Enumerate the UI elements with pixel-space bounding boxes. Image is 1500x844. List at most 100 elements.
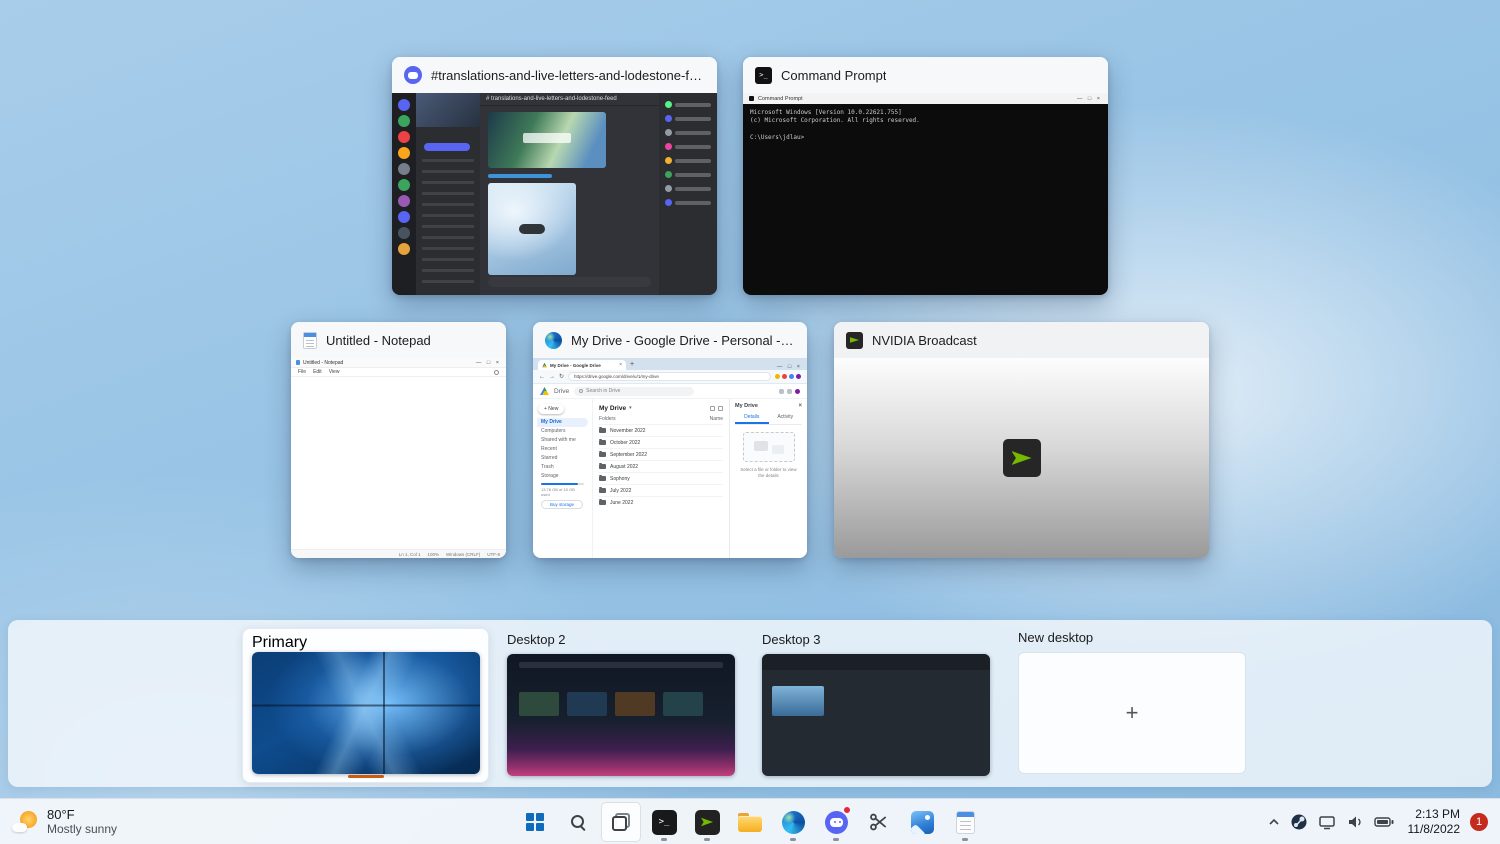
buy-storage-button: Buy storage <box>541 500 583 509</box>
panel-close-icon: × <box>798 403 802 409</box>
drive-nav: My Drive Computers Shared with me Recent… <box>537 418 588 481</box>
nav-computers: Computers <box>537 427 588 436</box>
drive-favicon <box>542 363 547 368</box>
window-title: Command Prompt <box>781 68 886 83</box>
cmd-titlebar[interactable]: >_ Command Prompt <box>743 57 1108 93</box>
message-area <box>480 106 659 277</box>
drive-file-list: My Drive ▾ Folders Name November 2022 Oc… <box>593 399 729 558</box>
server-icon <box>398 163 410 175</box>
panel-illustration <box>743 432 795 462</box>
clock-date: 11/8/2022 <box>1408 822 1461 837</box>
snipping-tool-button[interactable] <box>859 802 899 842</box>
message-link <box>488 174 552 178</box>
member-item <box>665 129 711 136</box>
list-view-icons <box>710 406 723 411</box>
new-desktop-button[interactable]: + <box>1018 652 1246 774</box>
notepad-button[interactable] <box>945 802 985 842</box>
battery-button[interactable] <box>1369 802 1400 842</box>
nvidia-titlebar[interactable]: NVIDIA Broadcast <box>834 322 1209 358</box>
window-notepad[interactable]: Untitled - Notepad Untitled - Notepad — … <box>291 322 506 558</box>
clock[interactable]: 2:13 PM 11/8/2022 <box>1400 807 1469 837</box>
search-icon <box>569 813 587 831</box>
search-placeholder: Search in Drive <box>586 388 620 394</box>
volume-button[interactable] <box>1341 802 1369 842</box>
new-desktop[interactable]: New desktop + <box>1018 630 1246 774</box>
desktop-primary-thumbnail[interactable] <box>252 652 480 774</box>
discord-button[interactable] <box>816 802 856 842</box>
notepad-titlebar[interactable]: Untitled - Notepad <box>291 322 506 358</box>
folder-row: June 2022 <box>599 496 723 508</box>
browser-tab: My Drive - Google Drive × <box>538 360 626 370</box>
cmd-inner-titlebar: Command Prompt — □ × <box>743 93 1108 104</box>
cmd-inner-title: Command Prompt <box>758 96 803 102</box>
sort-name-label: Name <box>710 416 723 422</box>
tab-close-icon: × <box>619 362 622 368</box>
nvidia-thumbnail <box>834 358 1209 558</box>
start-button[interactable] <box>515 802 555 842</box>
window-command-prompt[interactable]: >_ Command Prompt Command Prompt — □ × M… <box>743 57 1108 295</box>
discord-notification-badge <box>842 805 852 815</box>
weather-widget[interactable]: 80°F Mostly sunny <box>0 799 129 844</box>
notification-count-badge[interactable]: 1 <box>1470 813 1488 831</box>
edge-button[interactable] <box>773 802 813 842</box>
discord-server-rail <box>392 93 416 295</box>
desktop-3[interactable]: Desktop 3 <box>762 632 990 776</box>
folder-row: July 2022 <box>599 484 723 496</box>
settings-gear-icon <box>494 370 499 375</box>
task-view-button[interactable] <box>601 802 641 842</box>
discord-main: # translations-and-live-letters-and-lode… <box>480 93 659 295</box>
member-item <box>665 171 711 178</box>
hidden-icons-button[interactable] <box>1263 802 1285 842</box>
window-nvidia-broadcast[interactable]: NVIDIA Broadcast <box>834 322 1209 558</box>
edge-thumbnail: My Drive - Google Drive × + — □ × ← → ↻ … <box>533 358 807 558</box>
command-prompt-taskbar-button[interactable]: >_ <box>644 802 684 842</box>
file-explorer-button[interactable] <box>730 802 770 842</box>
folder-row: November 2022 <box>599 424 723 436</box>
desktop-primary[interactable]: Primary <box>242 628 489 783</box>
discord-titlebar[interactable]: #translations-and-live-letters-and-lodes… <box>392 57 717 93</box>
drive-appbar: Drive Search in Drive <box>533 384 807 399</box>
photos-button[interactable] <box>902 802 942 842</box>
snipping-tool-icon <box>869 812 889 832</box>
steam-tray-button[interactable] <box>1285 802 1313 842</box>
nvidia-broadcast-taskbar-button[interactable] <box>687 802 727 842</box>
folder-icon <box>599 464 606 469</box>
panel-hint: Select a file or folder to view the deta… <box>735 467 802 479</box>
folder-icon <box>599 428 606 433</box>
desktop-label: Desktop 3 <box>762 632 990 647</box>
server-icon <box>398 131 410 143</box>
window-edge-drive[interactable]: My Drive - Google Drive - Personal - Mic… <box>533 322 807 558</box>
search-button[interactable] <box>558 802 598 842</box>
drive-titlebar[interactable]: My Drive - Google Drive - Personal - Mic… <box>533 322 807 358</box>
tab-title: My Drive - Google Drive <box>550 363 616 368</box>
photos-icon <box>911 811 934 834</box>
caret-down-icon: ▾ <box>629 405 632 411</box>
channel-rows <box>422 159 474 291</box>
window-title: NVIDIA Broadcast <box>872 333 977 348</box>
cast-button[interactable] <box>1313 802 1341 842</box>
desktop-3-thumbnail[interactable] <box>762 654 990 776</box>
nav-storage: Storage <box>537 472 588 481</box>
drive-appbar-icons <box>779 389 800 394</box>
chevron-up-icon <box>1268 816 1280 828</box>
notepad-document <box>291 377 506 549</box>
window-controls: — □ × <box>1077 96 1102 102</box>
window-title: My Drive - Google Drive - Personal - Mic… <box>571 333 795 348</box>
window-discord[interactable]: #translations-and-live-letters-and-lodes… <box>392 57 717 295</box>
member-item <box>665 157 711 164</box>
clock-time: 2:13 PM <box>1408 807 1461 822</box>
weather-temp: 80°F <box>47 807 117 822</box>
member-item <box>665 115 711 122</box>
notepad-icon <box>956 811 975 834</box>
drive-sidebar: + New My Drive Computers Shared with me … <box>533 399 593 558</box>
desktop-2[interactable]: Desktop 2 <box>507 632 735 776</box>
notepad-mini-icon <box>296 360 300 365</box>
folder-icon <box>599 476 606 481</box>
status-encoding: UTF-8 <box>487 552 500 557</box>
task-view-icon <box>612 813 630 831</box>
discord-channel-list <box>416 93 480 295</box>
desktop-2-thumbnail[interactable] <box>507 654 735 776</box>
server-icon <box>398 147 410 159</box>
battery-icon <box>1374 813 1395 831</box>
plus-icon: + <box>1126 700 1139 726</box>
